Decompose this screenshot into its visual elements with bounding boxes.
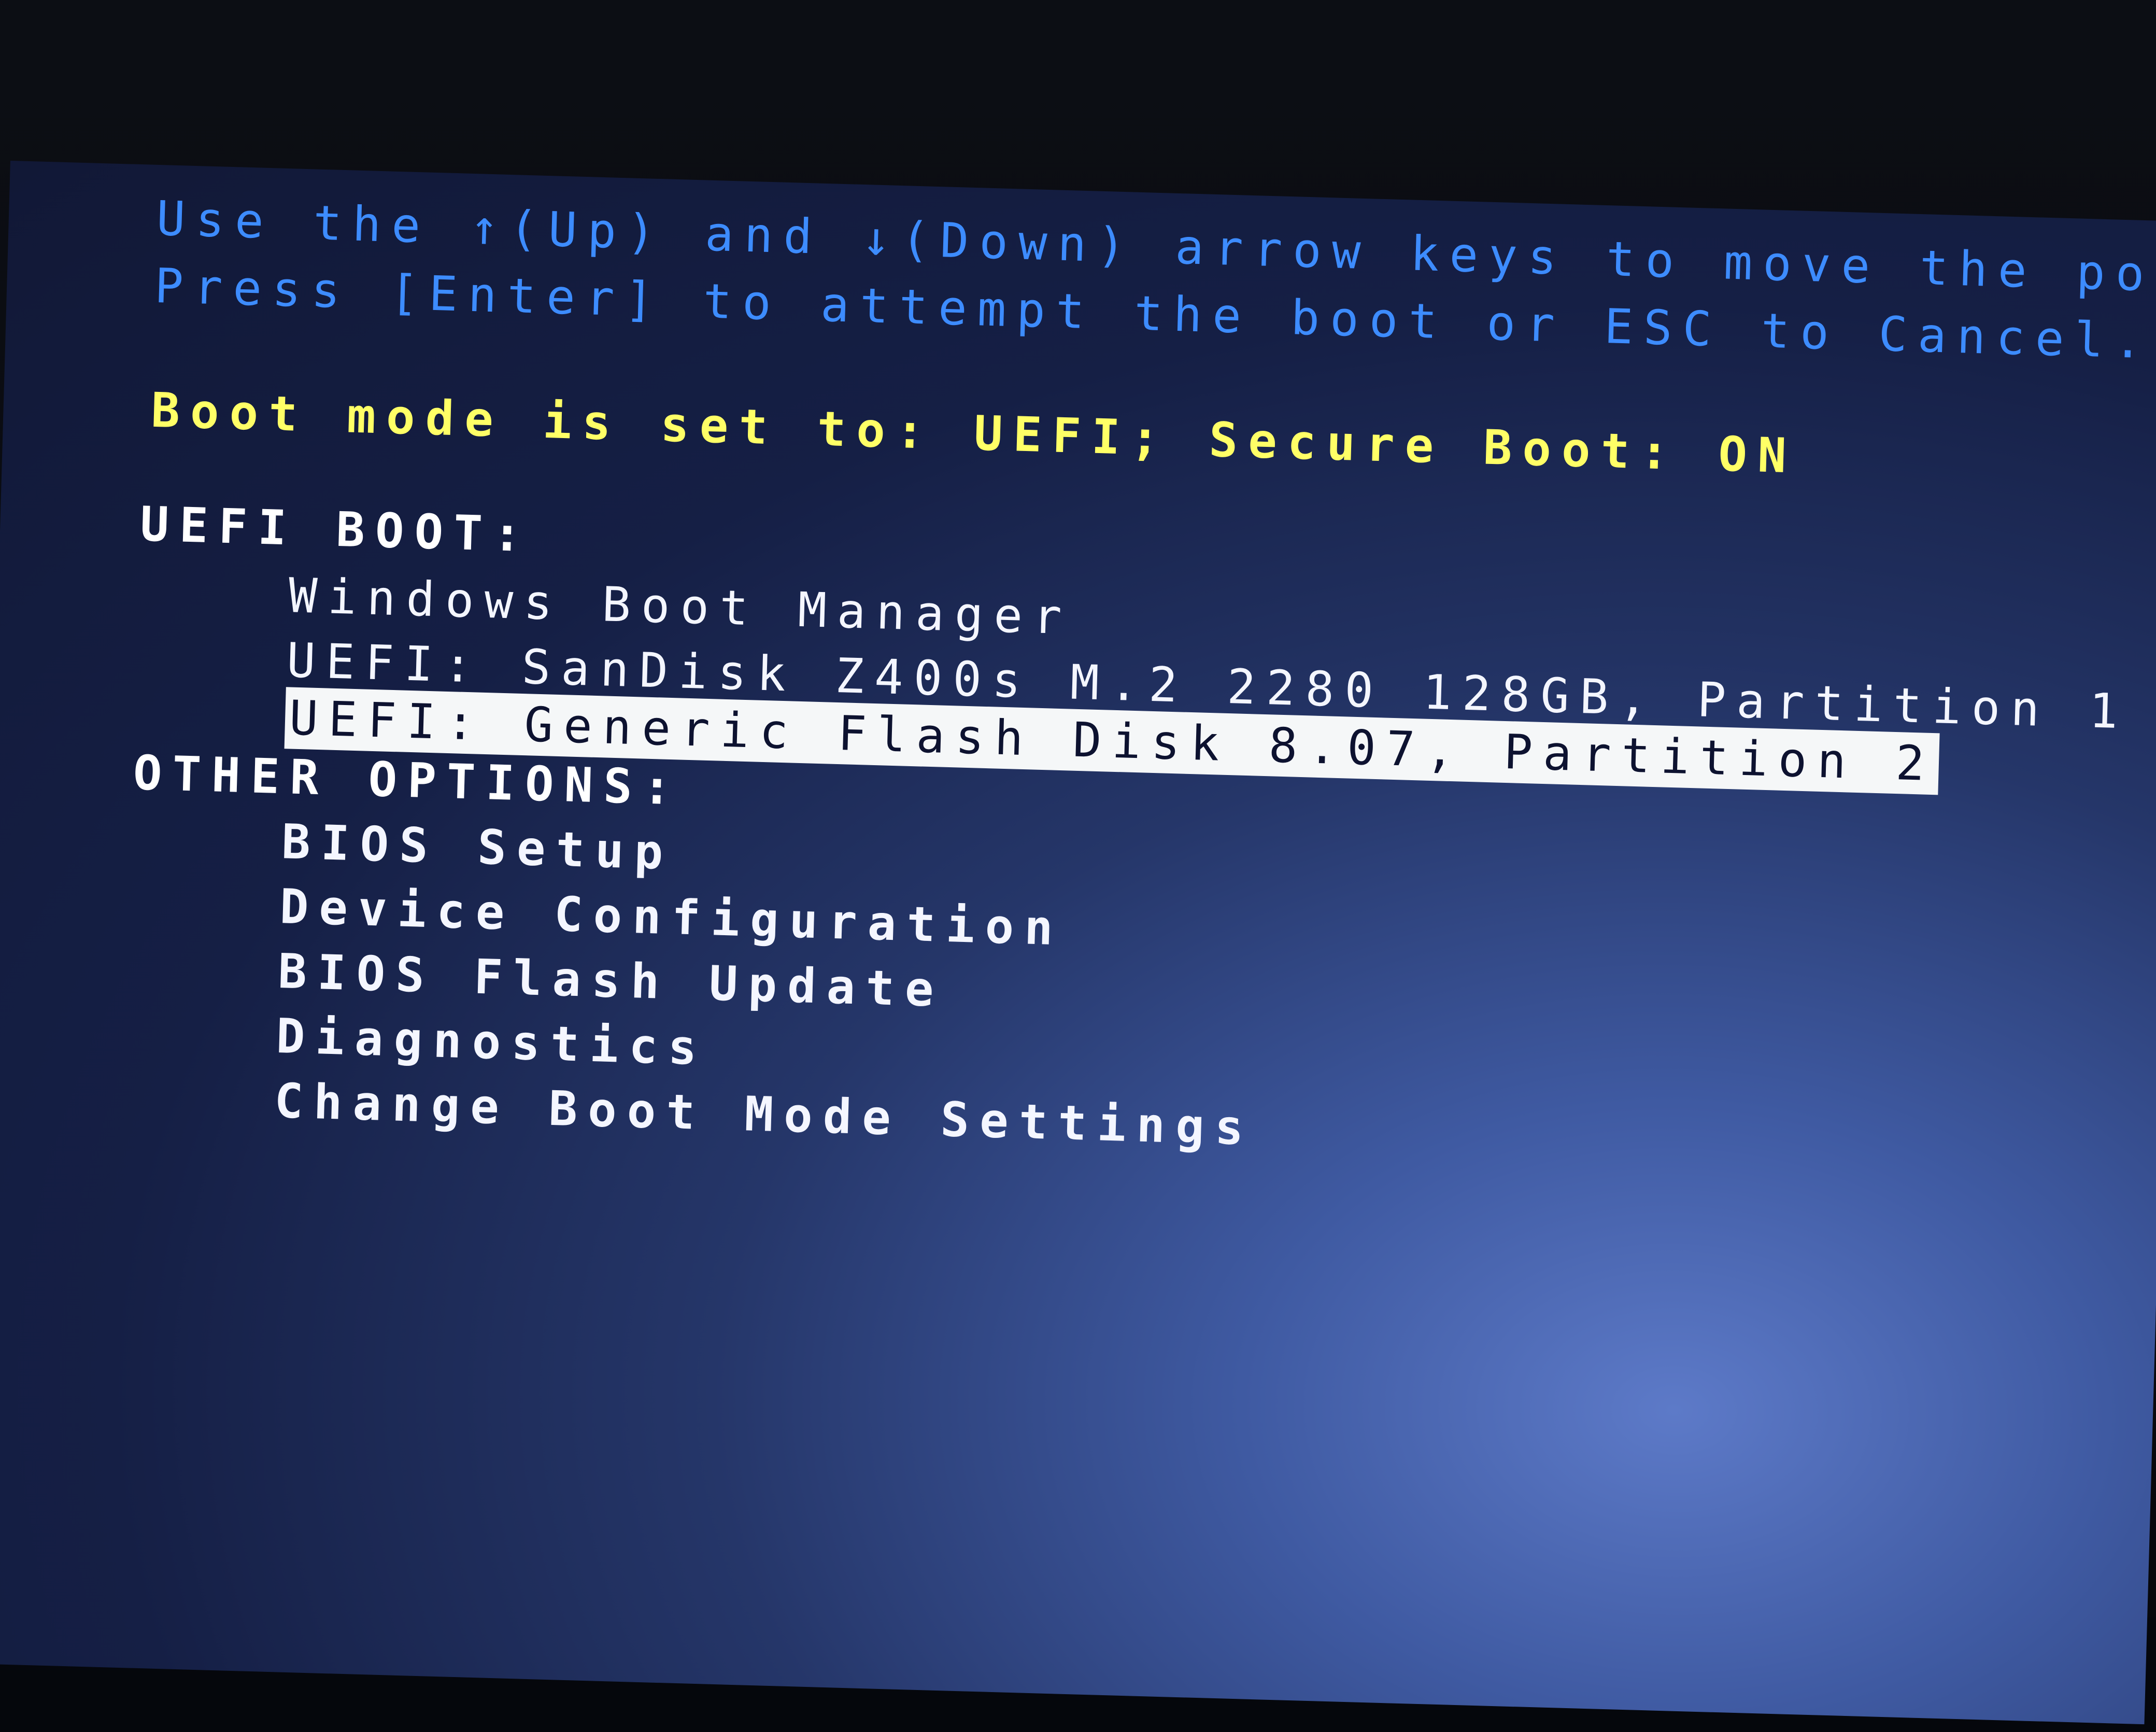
option-diagnostics[interactable]: Diagnostics: [276, 1008, 708, 1076]
option-device-configuration[interactable]: Device Configuration: [279, 879, 1065, 956]
section-heading-uefi-boot: UEFI BOOT:: [139, 496, 533, 563]
option-bios-flash-update[interactable]: BIOS Flash Update: [277, 944, 945, 1018]
option-change-boot-mode-settings[interactable]: Change Boot Mode Settings: [274, 1073, 1255, 1156]
boot-mode-status: Boot mode is set to: UEFI; Secure Boot: …: [150, 382, 1798, 484]
option-bios-setup[interactable]: BIOS Setup: [281, 814, 674, 880]
boot-menu-screen: Use the ↑(Up) and ↓(Down) arrow keys to …: [0, 161, 2156, 1725]
boot-option-windows-boot-manager[interactable]: Windows Boot Manager: [288, 568, 1073, 645]
